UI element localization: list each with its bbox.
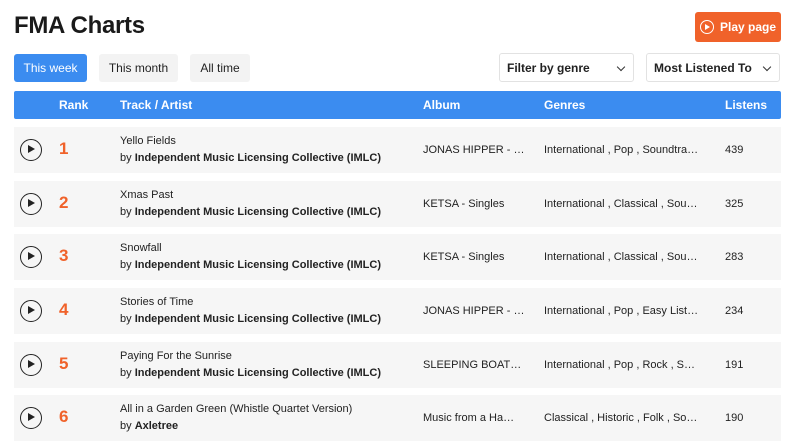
by-prefix: by <box>120 206 132 218</box>
by-prefix: by <box>120 367 132 379</box>
listens-count: 234 <box>725 305 744 317</box>
album-name[interactable]: JONAS HIPPER - … <box>423 144 526 156</box>
by-prefix: by <box>120 259 132 271</box>
play-page-label: Play page <box>719 20 777 34</box>
genres-list: Classical , Historic , Folk , So… <box>544 412 698 424</box>
chevron-down-icon <box>616 62 626 72</box>
column-header-genres: Genres <box>544 98 586 112</box>
track-title[interactable]: Snowfall <box>120 242 162 254</box>
listens-count: 191 <box>725 359 744 371</box>
rank-number: 3 <box>59 246 69 265</box>
artist-name[interactable]: Independent Music Licensing Collective (… <box>135 206 381 218</box>
sort-label: Most Listened To <box>654 60 752 75</box>
artist-line: by Independent Music Licensing Collectiv… <box>120 367 381 379</box>
genres-list: International , Pop , Easy List… <box>544 305 699 317</box>
table-row[interactable]: 3 Snowfall by Independent Music Licensin… <box>14 234 781 280</box>
album-name[interactable]: JONAS HIPPER - … <box>423 305 526 317</box>
genres-list: International , Classical , Sou… <box>544 198 698 210</box>
genres-list: International , Classical , Sou… <box>544 251 698 263</box>
tab-this-week[interactable]: This week <box>14 54 87 82</box>
genre-filter-label: Filter by genre <box>507 60 590 75</box>
track-title[interactable]: Xmas Past <box>120 189 173 201</box>
rank-number: 6 <box>59 407 69 426</box>
listens-count: 283 <box>725 251 744 263</box>
genres-list: International , Pop , Rock , S… <box>544 359 696 371</box>
play-track-icon[interactable] <box>20 300 42 322</box>
artist-line: by Independent Music Licensing Collectiv… <box>120 152 381 164</box>
track-title[interactable]: Stories of Time <box>120 296 193 308</box>
track-title[interactable]: Paying For the Sunrise <box>120 350 232 362</box>
genres-list: International , Pop , Soundtra… <box>544 144 699 156</box>
play-track-icon[interactable] <box>20 354 42 376</box>
by-prefix: by <box>120 420 132 432</box>
table-row[interactable]: 4 Stories of Time by Independent Music L… <box>14 288 781 334</box>
artist-line: by Independent Music Licensing Collectiv… <box>120 206 381 218</box>
listens-count: 439 <box>725 144 744 156</box>
artist-name[interactable]: Axletree <box>135 420 178 432</box>
album-name[interactable]: Music from a Ha… <box>423 412 526 424</box>
column-header-track-artist: Track / Artist <box>120 98 193 112</box>
artist-line: by Independent Music Licensing Collectiv… <box>120 313 381 325</box>
artist-line: by Axletree <box>120 420 178 432</box>
rank-number: 4 <box>59 300 69 319</box>
album-name[interactable]: KETSA - Singles <box>423 198 526 210</box>
album-name[interactable]: SLEEPING BOATS… <box>423 359 526 371</box>
table-row[interactable]: 1 Yello Fields by Independent Music Lice… <box>14 127 781 173</box>
by-prefix: by <box>120 152 132 164</box>
artist-name[interactable]: Independent Music Licensing Collective (… <box>135 313 381 325</box>
listens-count: 190 <box>725 412 744 424</box>
artist-name[interactable]: Independent Music Licensing Collective (… <box>135 152 381 164</box>
column-header-rank: Rank <box>59 98 89 112</box>
play-track-icon[interactable] <box>20 193 42 215</box>
page-title: FMA Charts <box>14 12 145 39</box>
table-row[interactable]: 2 Xmas Past by Independent Music Licensi… <box>14 181 781 227</box>
chevron-down-icon <box>762 62 772 72</box>
play-circle-icon <box>699 20 714 34</box>
play-track-icon[interactable] <box>20 407 42 429</box>
track-title[interactable]: All in a Garden Green (Whistle Quartet V… <box>120 403 352 415</box>
column-header-album: Album <box>423 98 461 112</box>
track-title[interactable]: Yello Fields <box>120 135 176 147</box>
play-page-button[interactable]: Play page <box>695 12 781 42</box>
by-prefix: by <box>120 313 132 325</box>
genre-filter-select[interactable]: Filter by genre <box>499 53 634 82</box>
rank-number: 1 <box>59 139 69 158</box>
play-track-icon[interactable] <box>20 246 42 268</box>
listens-count: 325 <box>725 198 744 210</box>
artist-line: by Independent Music Licensing Collectiv… <box>120 259 381 271</box>
tab-all-time[interactable]: All time <box>190 54 250 82</box>
table-header: Rank Track / Artist Album Genres Listens <box>14 91 781 119</box>
rank-number: 2 <box>59 193 69 212</box>
artist-name[interactable]: Independent Music Licensing Collective (… <box>135 367 381 379</box>
sort-select[interactable]: Most Listened To <box>646 53 780 82</box>
table-row[interactable]: 5 Paying For the Sunrise by Independent … <box>14 342 781 388</box>
table-row[interactable]: 6 All in a Garden Green (Whistle Quartet… <box>14 395 781 441</box>
tab-this-month[interactable]: This month <box>99 54 178 82</box>
play-track-icon[interactable] <box>20 139 42 161</box>
album-name[interactable]: KETSA - Singles <box>423 251 526 263</box>
rank-number: 5 <box>59 354 69 373</box>
artist-name[interactable]: Independent Music Licensing Collective (… <box>135 259 381 271</box>
column-header-listens: Listens <box>725 98 768 112</box>
